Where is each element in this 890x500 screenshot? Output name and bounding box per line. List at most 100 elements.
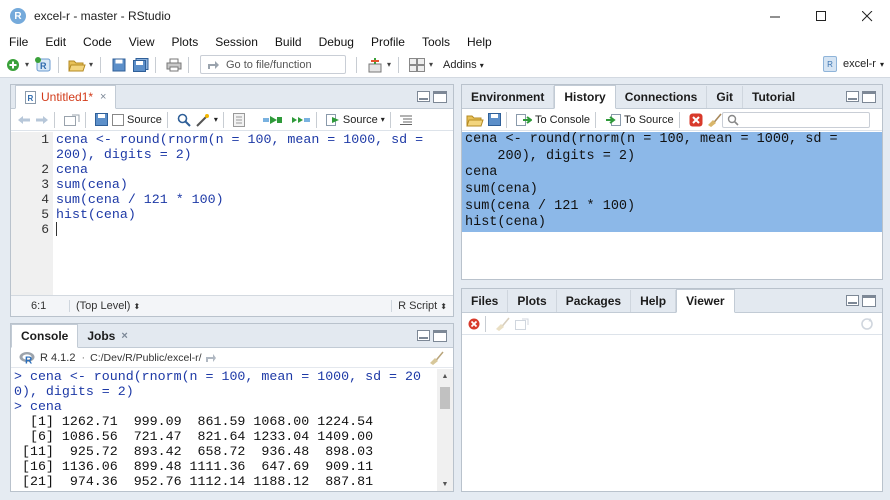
source-button[interactable]: Source ▾ bbox=[325, 113, 385, 126]
close-tab-icon[interactable]: × bbox=[121, 330, 127, 342]
refresh-viewer-button[interactable] bbox=[860, 317, 874, 334]
maximize-pane-button[interactable] bbox=[862, 295, 876, 307]
console-scrollbar[interactable]: ▲ ▼ bbox=[437, 369, 453, 491]
maximize-pane-button[interactable] bbox=[433, 91, 447, 103]
vcs-button[interactable] bbox=[366, 56, 384, 74]
addins-menu[interactable]: Addins ▾ bbox=[443, 59, 484, 71]
menu-file[interactable]: File bbox=[0, 35, 36, 49]
to-source-button[interactable]: To Source bbox=[605, 113, 674, 126]
tab-viewer[interactable]: Viewer bbox=[676, 289, 735, 313]
minimize-pane-button[interactable] bbox=[417, 91, 430, 102]
menu-code[interactable]: Code bbox=[74, 35, 120, 49]
load-history-button[interactable] bbox=[466, 113, 484, 127]
history-entry[interactable]: cena <- round(rnorm(n = 100, mean = 1000… bbox=[462, 132, 882, 149]
chevron-down-icon[interactable]: ▾ bbox=[23, 56, 31, 74]
show-in-window-button[interactable] bbox=[64, 114, 80, 126]
remove-viewer-button[interactable] bbox=[468, 318, 480, 330]
menu-tools[interactable]: Tools bbox=[413, 35, 458, 49]
scrollbar-thumb[interactable] bbox=[440, 387, 450, 409]
tab-history[interactable]: History bbox=[554, 85, 616, 109]
code-line: sum(cena / 121 * 100) bbox=[56, 192, 224, 207]
code-tools-button[interactable]: ▾ bbox=[195, 113, 218, 127]
menu-session[interactable]: Session bbox=[206, 35, 266, 49]
source-on-save-checkbox[interactable]: Source bbox=[112, 113, 162, 126]
history-entry[interactable]: 200), digits = 2) bbox=[462, 149, 882, 166]
code-editor[interactable]: 1 2 3 4 5 6 cena <- round(rnorm(n = 100,… bbox=[11, 132, 453, 295]
tab-help[interactable]: Help bbox=[631, 290, 677, 312]
close-tab-icon[interactable]: × bbox=[100, 91, 106, 103]
history-entry[interactable]: cena bbox=[462, 165, 882, 182]
tab-console[interactable]: Console bbox=[11, 324, 79, 348]
run-line-button[interactable] bbox=[262, 114, 283, 126]
save-history-button[interactable] bbox=[488, 113, 501, 126]
history-entry[interactable]: hist(cena) bbox=[462, 215, 882, 232]
workspace-panes-button[interactable] bbox=[408, 56, 426, 74]
filetype-selector[interactable]: R Script ⬍ bbox=[391, 300, 447, 312]
maximize-pane-button[interactable] bbox=[433, 330, 447, 342]
menu-edit[interactable]: Edit bbox=[36, 35, 74, 49]
maximize-window-button[interactable] bbox=[798, 0, 844, 32]
scroll-up-icon[interactable]: ▲ bbox=[437, 369, 453, 383]
code-content[interactable]: cena <- round(rnorm(n = 100, mean = 1000… bbox=[56, 132, 443, 237]
print-button[interactable] bbox=[165, 56, 183, 74]
menu-plots[interactable]: Plots bbox=[163, 35, 207, 49]
history-list[interactable]: cena <- round(rnorm(n = 100, mean = 1000… bbox=[462, 132, 882, 279]
clear-history-button[interactable] bbox=[707, 112, 723, 127]
save-button[interactable] bbox=[110, 56, 128, 74]
minimize-pane-button[interactable] bbox=[846, 91, 859, 102]
menu-build[interactable]: Build bbox=[266, 35, 310, 49]
forward-button[interactable] bbox=[35, 115, 49, 125]
history-entry[interactable]: sum(cena) bbox=[462, 182, 882, 199]
grid-layout-icon bbox=[409, 57, 425, 72]
chevron-down-icon[interactable]: ▾ bbox=[385, 56, 393, 74]
history-search-input[interactable] bbox=[722, 112, 870, 128]
goto-file-function-input[interactable]: Go to file/function bbox=[200, 55, 346, 74]
tab-git[interactable]: Git bbox=[707, 86, 744, 108]
chevron-down-icon[interactable]: ▾ bbox=[427, 56, 435, 74]
tab-untitled1[interactable]: R Untitled1* × bbox=[15, 85, 117, 109]
scope-selector[interactable]: (Top Level) ⬍ bbox=[69, 300, 140, 312]
save-editor-button[interactable] bbox=[95, 113, 108, 126]
minimize-pane-button[interactable] bbox=[846, 295, 859, 306]
document-outline-button[interactable] bbox=[399, 115, 412, 125]
console-output[interactable]: > cena <- round(rnorm(n = 100, mean = 10… bbox=[11, 369, 437, 491]
history-selection[interactable]: cena <- round(rnorm(n = 100, mean = 1000… bbox=[462, 132, 882, 233]
r-version: R 4.1.2 bbox=[40, 351, 76, 364]
svg-text:R: R bbox=[28, 94, 34, 103]
compile-report-button[interactable] bbox=[232, 112, 245, 127]
window-title: excel-r - master - RStudio bbox=[34, 9, 171, 23]
to-console-button[interactable]: To Console bbox=[516, 113, 590, 126]
scroll-down-icon[interactable]: ▼ bbox=[437, 477, 453, 491]
tab-connections[interactable]: Connections bbox=[616, 86, 708, 108]
tab-environment[interactable]: Environment bbox=[462, 86, 555, 108]
new-file-button[interactable] bbox=[4, 56, 22, 74]
rerun-button[interactable] bbox=[291, 114, 311, 126]
find-replace-button[interactable] bbox=[177, 113, 191, 127]
close-window-button[interactable] bbox=[844, 0, 890, 32]
remove-entries-button[interactable] bbox=[689, 113, 703, 127]
menu-debug[interactable]: Debug bbox=[310, 35, 362, 49]
chevron-down-icon[interactable]: ▾ bbox=[87, 56, 95, 74]
menu-view[interactable]: View bbox=[120, 35, 163, 49]
open-file-button[interactable] bbox=[68, 56, 86, 74]
maximize-pane-button[interactable] bbox=[862, 91, 876, 103]
tab-files[interactable]: Files bbox=[462, 290, 509, 312]
clear-viewer-button[interactable] bbox=[495, 316, 511, 331]
history-entry[interactable]: sum(cena / 121 * 100) bbox=[462, 199, 882, 216]
tab-jobs[interactable]: Jobs × bbox=[78, 325, 136, 347]
popout-viewer-button[interactable] bbox=[515, 318, 529, 330]
menu-profile[interactable]: Profile bbox=[362, 35, 413, 49]
back-button[interactable] bbox=[17, 115, 31, 125]
tab-packages[interactable]: Packages bbox=[557, 290, 632, 312]
minimize-pane-button[interactable] bbox=[417, 330, 430, 341]
save-all-button[interactable] bbox=[132, 56, 150, 74]
broom-clear-icon[interactable] bbox=[429, 351, 445, 365]
goto-directory-icon[interactable] bbox=[205, 353, 217, 363]
minimize-window-button[interactable] bbox=[752, 0, 798, 32]
new-project-button[interactable]: R bbox=[35, 56, 53, 74]
tab-plots[interactable]: Plots bbox=[508, 290, 557, 312]
project-menu[interactable]: R excel-r ▾ bbox=[822, 56, 884, 72]
menu-help[interactable]: Help bbox=[458, 35, 500, 49]
tab-tutorial[interactable]: Tutorial bbox=[743, 86, 804, 108]
files-viewer-pane: Files Plots Packages Help Viewer bbox=[461, 288, 883, 492]
